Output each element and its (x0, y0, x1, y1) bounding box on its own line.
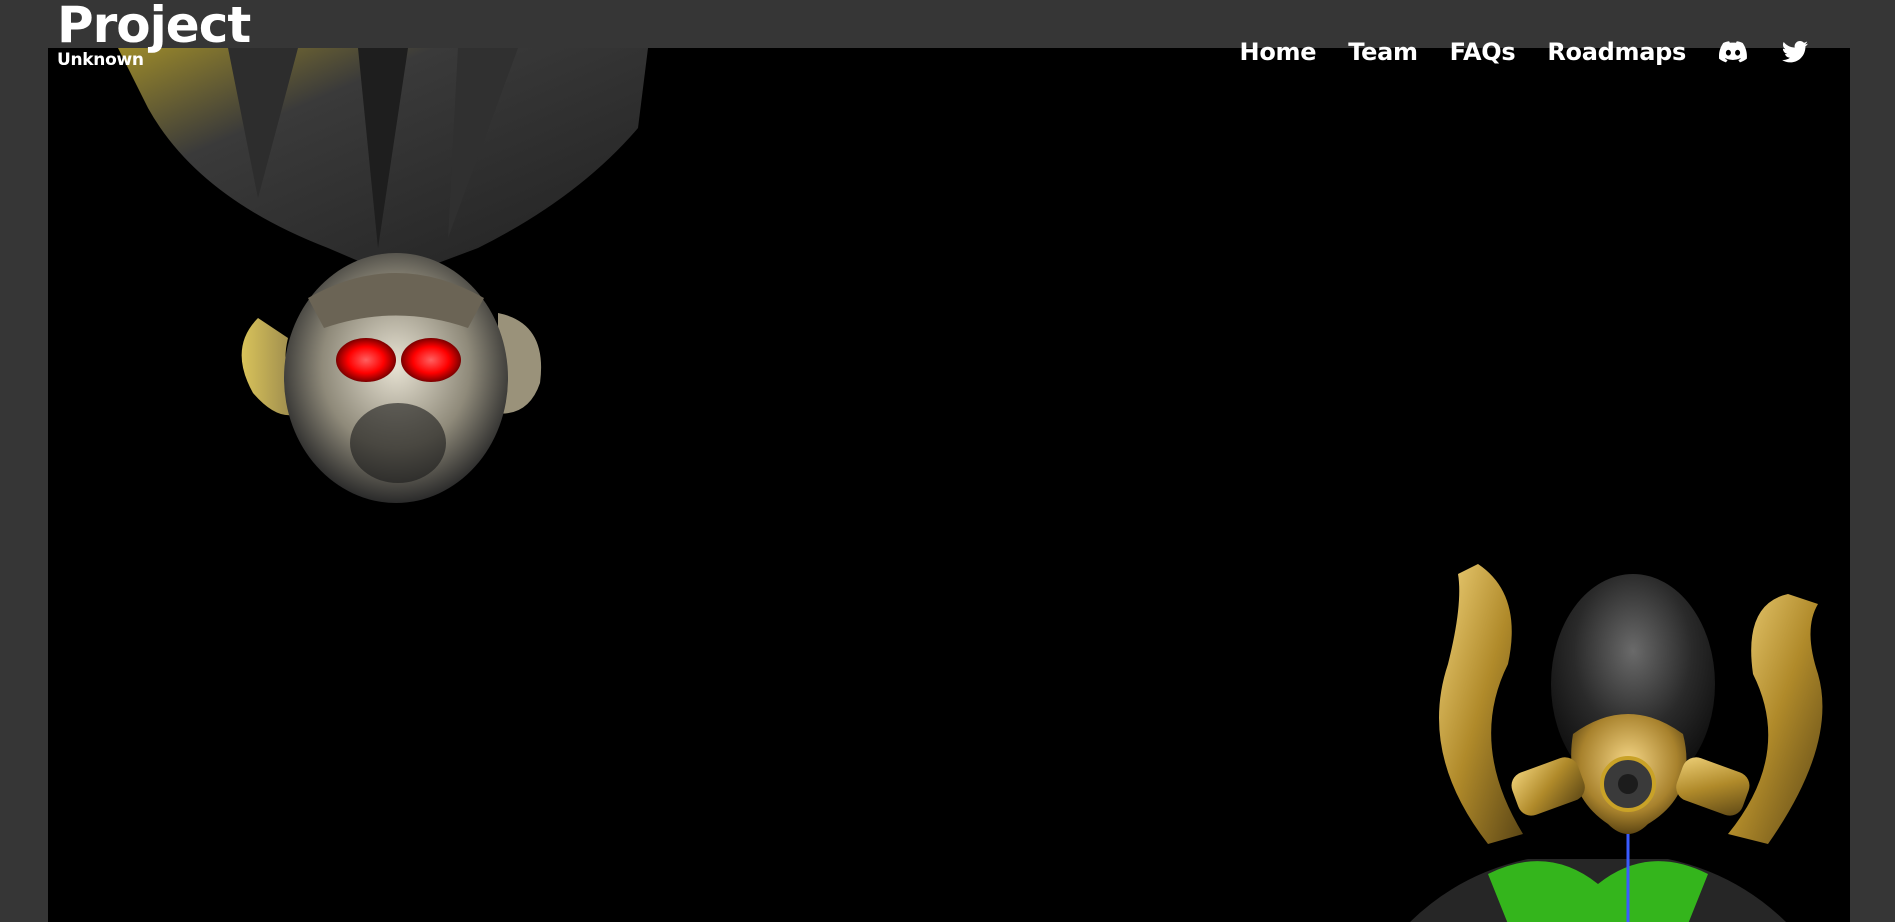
brand-title: Project (57, 0, 251, 54)
nav-faqs-link[interactable]: FAQs (1450, 38, 1516, 66)
nav-roadmaps-link[interactable]: Roadmaps (1547, 38, 1686, 66)
main-nav: Home Team FAQs Roadmaps (1240, 38, 1810, 66)
hero-art-inverted-demon-image (118, 48, 648, 503)
hero-art-horned-mask-figure-image (1410, 564, 1823, 922)
nav-home-link[interactable]: Home (1240, 38, 1317, 66)
nav-team-link[interactable]: Team (1348, 38, 1418, 66)
brand-logo[interactable]: Project Unknown (57, 0, 251, 70)
brand-subtitle: Unknown (57, 50, 144, 70)
discord-icon[interactable] (1718, 38, 1748, 66)
twitter-icon[interactable] (1780, 38, 1810, 66)
hero-frame (48, 48, 1850, 922)
